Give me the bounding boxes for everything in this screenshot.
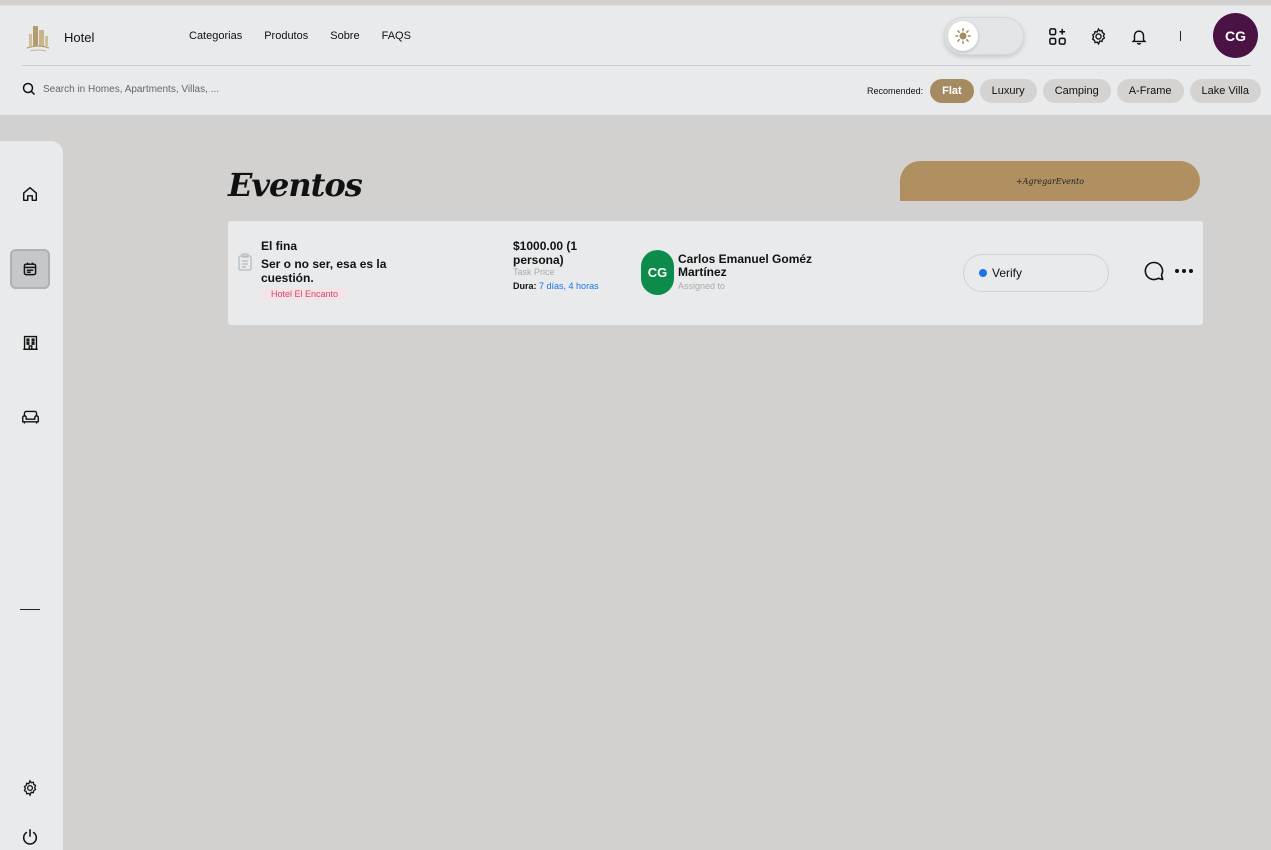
search-input[interactable] (43, 83, 263, 95)
chip-camping[interactable]: Camping (1042, 79, 1111, 103)
chip-a-frame[interactable]: A-Frame (1116, 79, 1184, 103)
add-event-button[interactable]: +AgregarEvento (900, 161, 1200, 201)
duration-label: Dura: (513, 281, 537, 291)
header-separator (1180, 31, 1181, 41)
sidebar-item-logout[interactable] (10, 817, 50, 850)
bell-icon[interactable] (1129, 26, 1149, 46)
nav-faqs[interactable]: FAQS (382, 30, 411, 42)
sidebar-item-settings[interactable] (10, 768, 50, 808)
power-icon (22, 829, 38, 845)
assignee-label: Assigned to (678, 281, 726, 291)
building-icon (22, 335, 38, 350)
search-bar (22, 82, 263, 96)
event-price: $1000.00 (1 persona) (513, 239, 578, 267)
recommended-chips: Recomended: Flat Luxury Camping A-Frame … (867, 79, 1261, 103)
settings-gear-icon[interactable] (1088, 26, 1108, 46)
hotel-badge: Hotel El Encanto (261, 288, 349, 300)
nav-categorias[interactable]: Categorias (189, 30, 242, 42)
comment-icon[interactable] (1143, 260, 1165, 287)
header-divider (22, 65, 1251, 66)
sun-icon (955, 28, 971, 44)
search-icon (22, 82, 36, 96)
sofa-icon (21, 410, 39, 424)
add-widget-icon[interactable] (1047, 26, 1067, 46)
verify-button[interactable]: Verify (963, 254, 1109, 292)
toggle-knob (948, 21, 978, 51)
user-avatar[interactable]: CG (1213, 13, 1258, 58)
chip-lake-villa[interactable]: Lake Villa (1189, 79, 1261, 103)
page-title: Eventos (228, 166, 363, 204)
clipboard-icon (237, 253, 253, 276)
assignee-name: Carlos Emanuel Goméz Martínez (678, 252, 813, 279)
chip-flat[interactable]: Flat (930, 79, 974, 103)
recommended-label: Recomended: (867, 86, 924, 96)
sidebar-item-events[interactable] (10, 249, 50, 289)
assignee-avatar: CG (641, 250, 674, 295)
sidebar-item-home[interactable] (10, 174, 50, 214)
home-icon (22, 186, 38, 202)
sidebar-item-rooms[interactable] (10, 397, 50, 437)
event-description: Ser o no ser, esa es la cuestión. (261, 257, 387, 285)
gear-icon (23, 779, 37, 797)
chip-luxury[interactable]: Luxury (979, 79, 1037, 103)
calendar-icon (23, 262, 37, 276)
verify-label: Verify (992, 266, 1023, 280)
sidebar-item-hotels[interactable] (10, 322, 50, 362)
nav-sobre[interactable]: Sobre (330, 30, 359, 42)
nav-produtos[interactable]: Produtos (264, 30, 308, 42)
theme-toggle[interactable] (944, 17, 1024, 55)
sidebar-divider (20, 609, 40, 610)
price-label: Task Price (513, 267, 555, 277)
status-dot (979, 269, 987, 277)
brand[interactable]: Hotel (24, 20, 94, 54)
event-title: El fina (261, 239, 298, 253)
brand-name: Hotel (64, 29, 95, 45)
sidebar (0, 141, 63, 850)
event-card[interactable]: El fina Ser o no ser, esa es la cuestión… (228, 221, 1203, 325)
duration-value: 7 días, 4 horas (539, 281, 599, 291)
hotel-logo-icon (24, 20, 52, 54)
event-duration: Dura: 7 días, 4 horas (513, 279, 603, 293)
main-nav: Categorias Produtos Sobre FAQS (189, 30, 411, 42)
more-options-icon[interactable] (1174, 261, 1194, 286)
top-header: Hotel Categorias Produtos Sobre FAQS CG … (0, 5, 1271, 115)
